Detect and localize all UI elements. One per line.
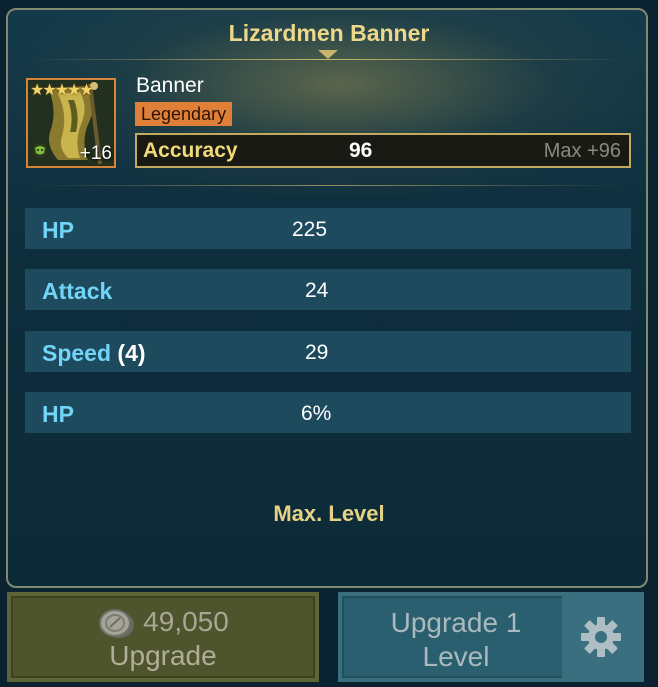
substat-row: HP 225 [25, 208, 631, 249]
gear-icon [581, 617, 621, 657]
header-divider [30, 185, 626, 186]
substat-row: HP 6% [25, 392, 631, 433]
substat-value: 24 [305, 279, 329, 302]
main-stat-value: 96 [349, 139, 373, 162]
upgrade-cost: 49,050 [11, 606, 315, 641]
substat-value: 6% [301, 402, 332, 425]
substat-value: 29 [305, 341, 329, 364]
substat-value: 225 [292, 218, 328, 241]
upgrade-one-level-label: Upgrade 1 Level [390, 607, 522, 672]
rarity-badge: Legendary [135, 102, 233, 126]
silver-coin-icon [99, 608, 135, 638]
star-rating: ★★★★★ [30, 82, 94, 99]
main-stat-max: Max +96 [543, 140, 621, 162]
title-divider [30, 59, 626, 60]
upgrade-settings-button[interactable] [562, 596, 640, 678]
title-notch-ornament [318, 50, 338, 59]
substat-roll-count: (4) [117, 340, 146, 366]
lizardman-set-icon [33, 143, 47, 157]
substat-row: Attack 24 [25, 269, 631, 310]
substat-name: Attack [42, 278, 113, 304]
item-type: Banner [136, 74, 204, 97]
upgrade-one-level-button[interactable]: Upgrade 1 Level [338, 592, 644, 682]
max-level-text: Max. Level [273, 501, 385, 526]
substat-name: Speed (4) [42, 340, 146, 366]
artifact-icon[interactable]: ★★★★★ +16 [26, 78, 116, 168]
item-title: Lizardmen Banner [228, 20, 430, 46]
main-stat-name: Accuracy [143, 139, 238, 162]
item-upgrade-level: +16 [79, 143, 112, 164]
main-stat-row: Accuracy 96 Max +96 [135, 133, 631, 168]
upgrade-button[interactable]: 49,050 Upgrade [7, 592, 319, 682]
upgrade-label: Upgrade [109, 640, 217, 671]
substat-row: Speed (4) 29 [25, 331, 631, 372]
substat-name: HP [42, 217, 74, 243]
substat-name: HP [42, 401, 74, 427]
